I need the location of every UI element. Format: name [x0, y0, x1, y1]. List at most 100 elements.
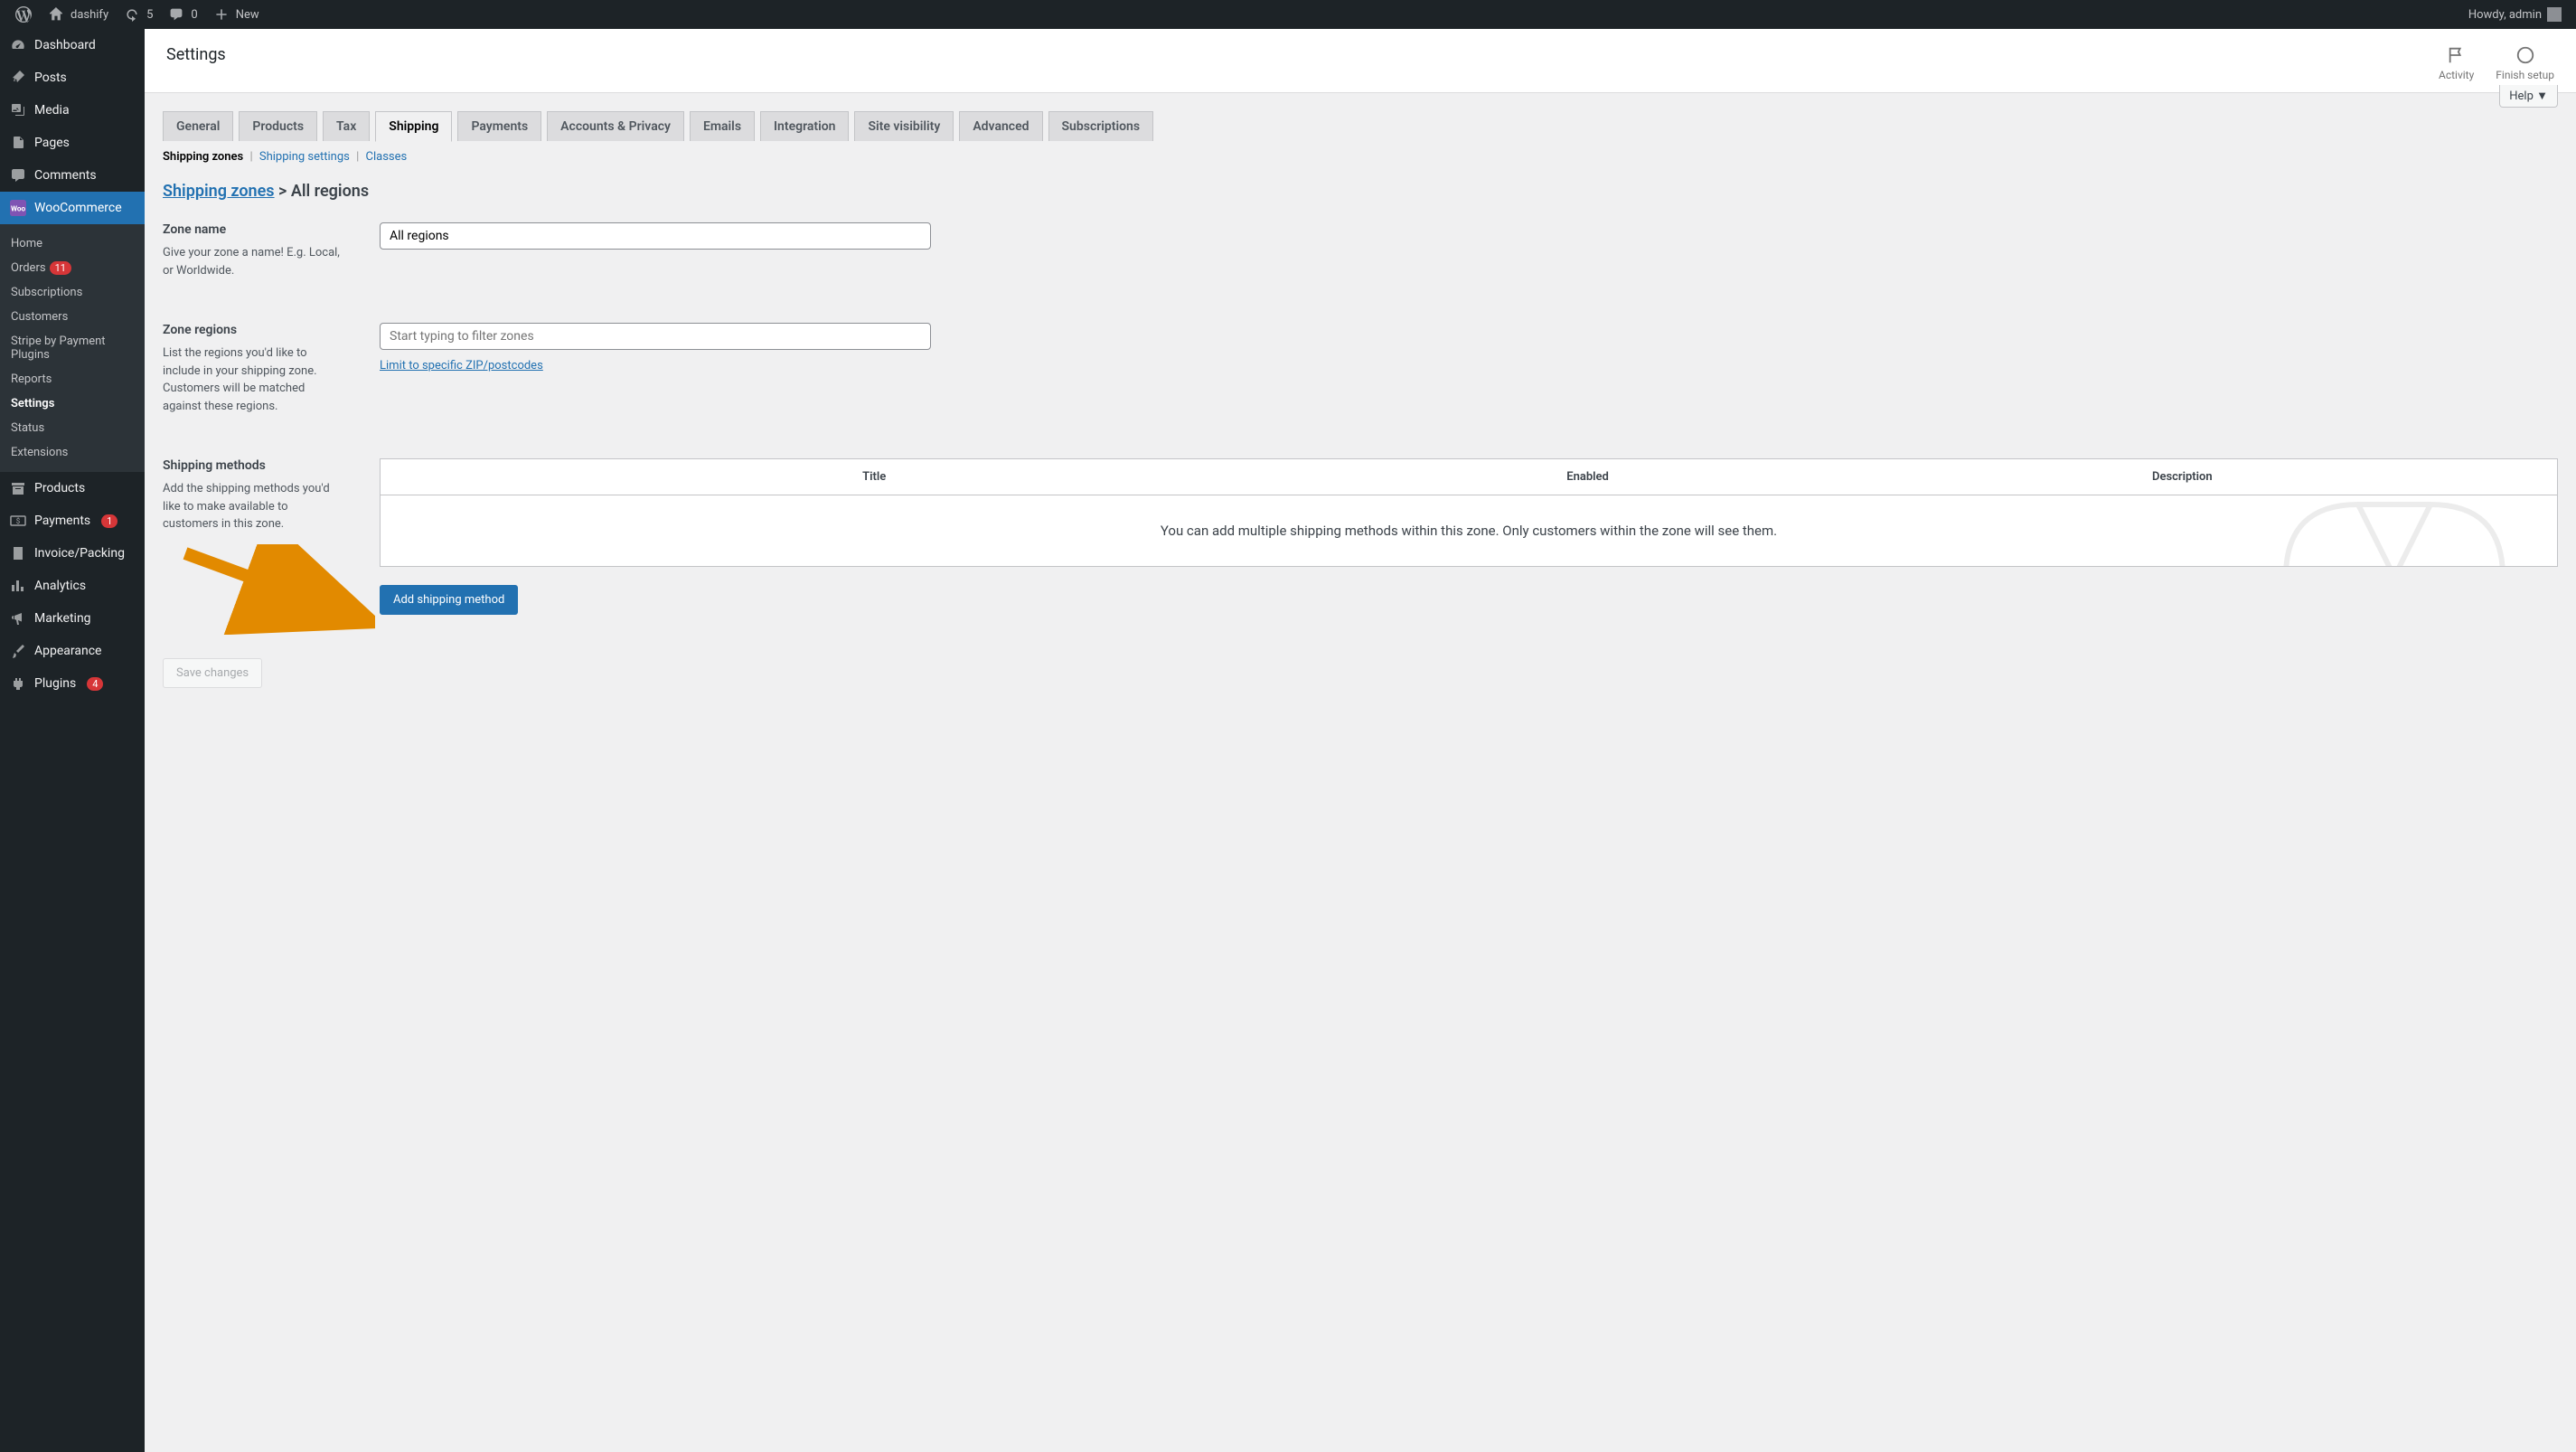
- finish-label: Finish setup: [2496, 69, 2554, 81]
- tab-payments[interactable]: Payments: [457, 111, 541, 141]
- submenu-customers[interactable]: Customers: [0, 305, 145, 329]
- svg-text:Woo: Woo: [11, 204, 26, 213]
- user-account[interactable]: Howdy, admin: [2461, 0, 2569, 29]
- menu-label: Plugins: [34, 676, 76, 691]
- zone-name-help: Give your zone a name! E.g. Local, or Wo…: [163, 244, 343, 279]
- submenu-reports[interactable]: Reports: [0, 367, 145, 391]
- submenu-subscriptions[interactable]: Subscriptions: [0, 280, 145, 305]
- archive-icon: [9, 479, 27, 497]
- menu-label: Media: [34, 103, 70, 118]
- menu-label: Analytics: [34, 579, 86, 593]
- shipping-subnav: Shipping zones | Shipping settings | Cla…: [163, 146, 2558, 173]
- tab-advanced[interactable]: Advanced: [959, 111, 1042, 141]
- zone-regions-help: List the regions you'd like to include i…: [163, 344, 343, 415]
- new-content[interactable]: New: [205, 0, 267, 29]
- tab-integration[interactable]: Integration: [760, 111, 849, 141]
- menu-marketing[interactable]: Marketing: [0, 602, 145, 635]
- breadcrumb-root[interactable]: Shipping zones: [163, 182, 275, 201]
- subnav-classes[interactable]: Classes: [366, 150, 408, 164]
- menu-appearance[interactable]: Appearance: [0, 635, 145, 667]
- menu-pages[interactable]: Pages: [0, 127, 145, 159]
- content-area: Settings Activity Finish setup Help ▼ Ge…: [145, 29, 2576, 1452]
- plus-icon: [212, 5, 230, 24]
- add-shipping-method-button[interactable]: Add shipping method: [380, 585, 518, 615]
- site-name-text: dashify: [71, 8, 108, 22]
- zone-name-row: Zone name Give your zone a name! E.g. Lo…: [163, 222, 2558, 279]
- comment-icon: [9, 166, 27, 184]
- pin-icon: [9, 69, 27, 87]
- tab-site-visibility[interactable]: Site visibility: [854, 111, 954, 141]
- menu-label: Invoice/Packing: [34, 546, 125, 561]
- menu-label: WooCommerce: [34, 201, 122, 215]
- menu-posts[interactable]: Posts: [0, 61, 145, 94]
- zone-name-label: Zone name: [163, 222, 343, 237]
- menu-plugins[interactable]: Plugins 4: [0, 667, 145, 700]
- chart-icon: [9, 577, 27, 595]
- brush-icon: [9, 642, 27, 660]
- menu-analytics[interactable]: Analytics: [0, 570, 145, 602]
- comment-icon: [167, 5, 185, 24]
- media-icon: [9, 101, 27, 119]
- tab-general[interactable]: General: [163, 111, 233, 141]
- flag-icon: [2447, 45, 2467, 65]
- page-title: Settings: [166, 45, 226, 64]
- comments[interactable]: 0: [160, 0, 204, 29]
- site-name[interactable]: dashify: [40, 0, 116, 29]
- home-icon: [47, 5, 65, 24]
- tab-emails[interactable]: Emails: [690, 111, 755, 141]
- zone-regions-label: Zone regions: [163, 323, 343, 337]
- submenu-home[interactable]: Home: [0, 231, 145, 256]
- submenu-orders[interactable]: Orders11: [0, 256, 145, 280]
- shipping-methods-row: Shipping methods Add the shipping method…: [163, 458, 2558, 615]
- save-changes-button[interactable]: Save changes: [163, 658, 262, 688]
- finish-setup-button[interactable]: Finish setup: [2496, 45, 2554, 81]
- menu-payments[interactable]: $ Payments 1: [0, 504, 145, 537]
- settings-tabs: General Products Tax Shipping Payments A…: [163, 111, 2558, 141]
- updates-count: 5: [146, 8, 153, 22]
- menu-invoice[interactable]: Invoice/Packing: [0, 537, 145, 570]
- breadcrumb-current: All regions: [291, 182, 369, 201]
- menu-label: Products: [34, 481, 85, 495]
- plugins-badge: 4: [87, 677, 103, 691]
- breadcrumb-sep: >: [275, 182, 291, 201]
- activity-button[interactable]: Activity: [2439, 45, 2474, 81]
- comments-count: 0: [191, 8, 197, 22]
- zone-name-input[interactable]: [380, 222, 931, 250]
- tab-subscriptions[interactable]: Subscriptions: [1048, 111, 1154, 141]
- wp-logo[interactable]: [7, 0, 40, 29]
- page-icon: [9, 134, 27, 152]
- menu-label: Posts: [34, 71, 67, 85]
- menu-media[interactable]: Media: [0, 94, 145, 127]
- tab-tax[interactable]: Tax: [323, 111, 370, 141]
- submenu-extensions[interactable]: Extensions: [0, 440, 145, 465]
- submenu-stripe[interactable]: Stripe by Payment Plugins: [0, 329, 145, 367]
- updates[interactable]: 5: [116, 0, 160, 29]
- refresh-icon: [123, 5, 141, 24]
- woo-icon: Woo: [9, 199, 27, 217]
- menu-products[interactable]: Products: [0, 472, 145, 504]
- megaphone-icon: [9, 609, 27, 627]
- shipping-bg-icon: [2268, 495, 2521, 566]
- methods-empty-state: You can add multiple shipping methods wi…: [381, 495, 2557, 566]
- admin-sidebar: Dashboard Posts Media Pages Comments Woo…: [0, 29, 145, 1452]
- zip-limit-link[interactable]: Limit to specific ZIP/postcodes: [380, 359, 543, 372]
- submenu-settings[interactable]: Settings: [0, 391, 145, 416]
- help-tab[interactable]: Help ▼: [2499, 85, 2558, 108]
- tab-shipping[interactable]: Shipping: [375, 111, 452, 142]
- menu-comments[interactable]: Comments: [0, 159, 145, 192]
- empty-text: You can add multiple shipping methods wi…: [1161, 523, 1777, 539]
- col-title: Title: [399, 470, 1349, 484]
- submenu-status[interactable]: Status: [0, 416, 145, 440]
- tab-accounts[interactable]: Accounts & Privacy: [547, 111, 684, 141]
- menu-woocommerce[interactable]: Woo WooCommerce: [0, 192, 145, 224]
- svg-text:$: $: [16, 517, 21, 525]
- menu-label: Appearance: [34, 644, 101, 658]
- menu-dashboard[interactable]: Dashboard: [0, 29, 145, 61]
- zone-regions-input[interactable]: [380, 323, 931, 350]
- howdy-text: Howdy, admin: [2468, 8, 2542, 22]
- shipping-methods-label: Shipping methods: [163, 458, 343, 473]
- subnav-zones[interactable]: Shipping zones: [163, 150, 243, 164]
- subnav-settings[interactable]: Shipping settings: [259, 150, 350, 164]
- woo-submenu: Home Orders11 Subscriptions Customers St…: [0, 224, 145, 472]
- tab-products[interactable]: Products: [239, 111, 317, 141]
